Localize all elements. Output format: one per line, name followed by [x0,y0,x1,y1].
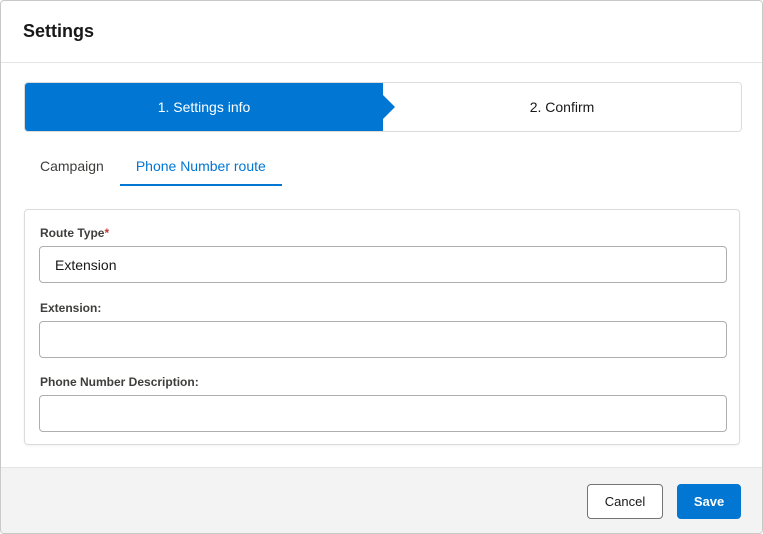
extension-input[interactable] [39,321,727,358]
route-type-label: Route Type* [40,226,109,240]
route-type-input[interactable] [39,246,727,283]
tab-bar: Campaign Phone Number route [24,148,282,186]
phone-description-input[interactable] [39,395,727,432]
required-marker: * [104,226,110,240]
save-button[interactable]: Save [677,484,741,519]
path-step-confirm[interactable]: 2. Confirm [383,83,741,131]
route-form-panel: Route Type* Extension: Phone Number Desc… [24,209,740,445]
tab-campaign[interactable]: Campaign [24,148,120,186]
dialog-footer: Cancel Save [1,467,762,533]
dialog-header: Settings [1,1,762,63]
phone-description-label: Phone Number Description: [40,375,199,389]
route-type-label-text: Route Type [40,226,105,240]
settings-dialog: Settings 1. Settings info 2. Confirm Cam… [0,0,763,534]
tab-phone-number-route[interactable]: Phone Number route [119,148,282,186]
dialog-title: Settings [23,21,95,41]
cancel-button[interactable]: Cancel [587,484,663,519]
extension-label: Extension: [40,301,102,315]
path-step-label: 1. Settings info [157,99,251,115]
path-step-label: 2. Confirm [529,99,595,115]
path-step-settings-info[interactable]: 1. Settings info [25,83,383,131]
progress-path: 1. Settings info 2. Confirm [24,82,742,132]
